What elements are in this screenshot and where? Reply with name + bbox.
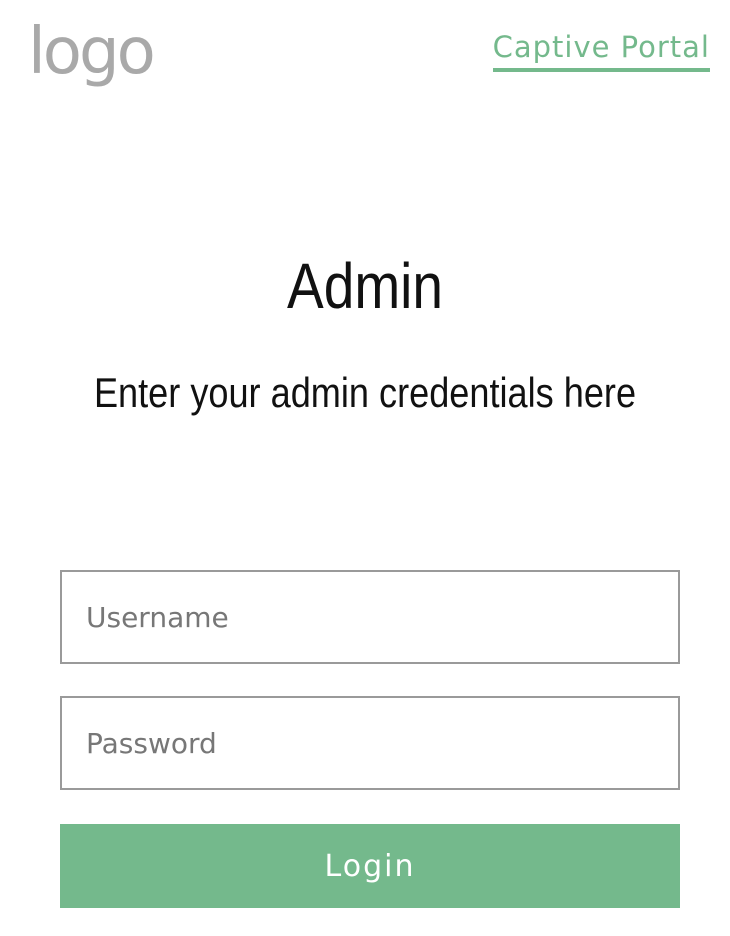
username-input[interactable] <box>60 570 680 664</box>
page-subtitle: Enter your admin credentials here <box>93 369 637 416</box>
login-button[interactable]: Login <box>60 824 680 908</box>
logo: logo <box>28 15 156 89</box>
captive-portal-link[interactable]: Captive Portal <box>492 30 710 72</box>
password-input[interactable] <box>60 696 680 790</box>
page-title: Admin <box>286 250 444 322</box>
